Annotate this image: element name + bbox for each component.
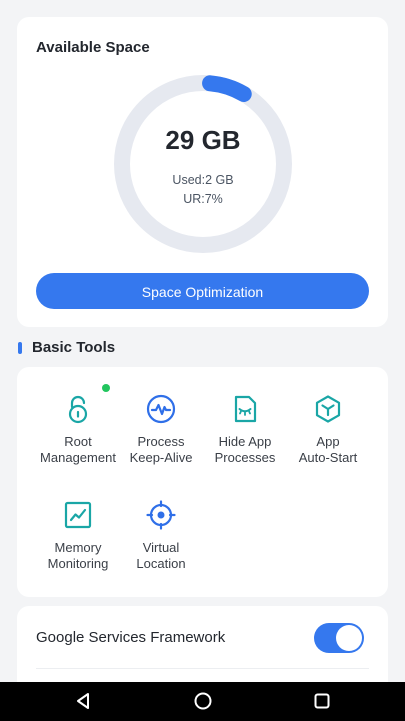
gsf-label: Google Services Framework: [36, 629, 226, 646]
ring-center: 29 GB Used:2 GB UR:7%: [112, 73, 294, 255]
basic-tools-card: Root Management Process Keep-Alive Hide …: [17, 367, 388, 597]
space-optimization-button[interactable]: Space Optimization: [36, 273, 369, 309]
cube-icon: [313, 394, 343, 424]
home-circle-icon: [194, 692, 212, 710]
pulse-icon: [146, 394, 176, 424]
tool-label: Virtual Location: [136, 540, 186, 571]
crosshair-icon: [146, 500, 176, 530]
app-screen: Available Space 29 GB Used:2 GB UR:7% Sp…: [0, 0, 405, 682]
new-badge-dot: [102, 384, 110, 392]
space-usage-ring: 29 GB Used:2 GB UR:7%: [112, 73, 294, 255]
chart-icon: [63, 500, 93, 530]
tool-label: App Auto-Start: [298, 434, 358, 465]
available-space-card: Available Space 29 GB Used:2 GB UR:7% Sp…: [17, 17, 388, 327]
tool-process-keep-alive[interactable]: Process Keep-Alive: [115, 394, 207, 494]
recents-square-icon: [314, 693, 330, 709]
back-triangle-icon: [77, 693, 89, 709]
toggle-knob: [336, 625, 362, 651]
back-button[interactable]: [68, 686, 98, 716]
tool-virtual-location[interactable]: Virtual Location: [115, 500, 207, 600]
section-accent-bar: [18, 342, 22, 354]
unlock-icon: [63, 394, 93, 424]
tool-app-auto-start[interactable]: App Auto-Start: [282, 394, 374, 494]
system-nav-bar: [0, 682, 405, 720]
gsf-toggle-switch[interactable]: [314, 623, 364, 653]
available-space-value: 29 GB: [165, 125, 241, 155]
usage-ratio-text: UR:7%: [183, 192, 223, 206]
basic-tools-title: Basic Tools: [32, 339, 116, 356]
available-space-title: Available Space: [36, 39, 150, 56]
recents-button[interactable]: [307, 686, 337, 716]
used-space-text: Used:2 GB: [172, 173, 234, 187]
hidden-file-icon: [230, 394, 260, 424]
home-button[interactable]: [188, 686, 218, 716]
divider: [36, 668, 369, 669]
google-services-card: Google Services Framework: [17, 606, 388, 682]
